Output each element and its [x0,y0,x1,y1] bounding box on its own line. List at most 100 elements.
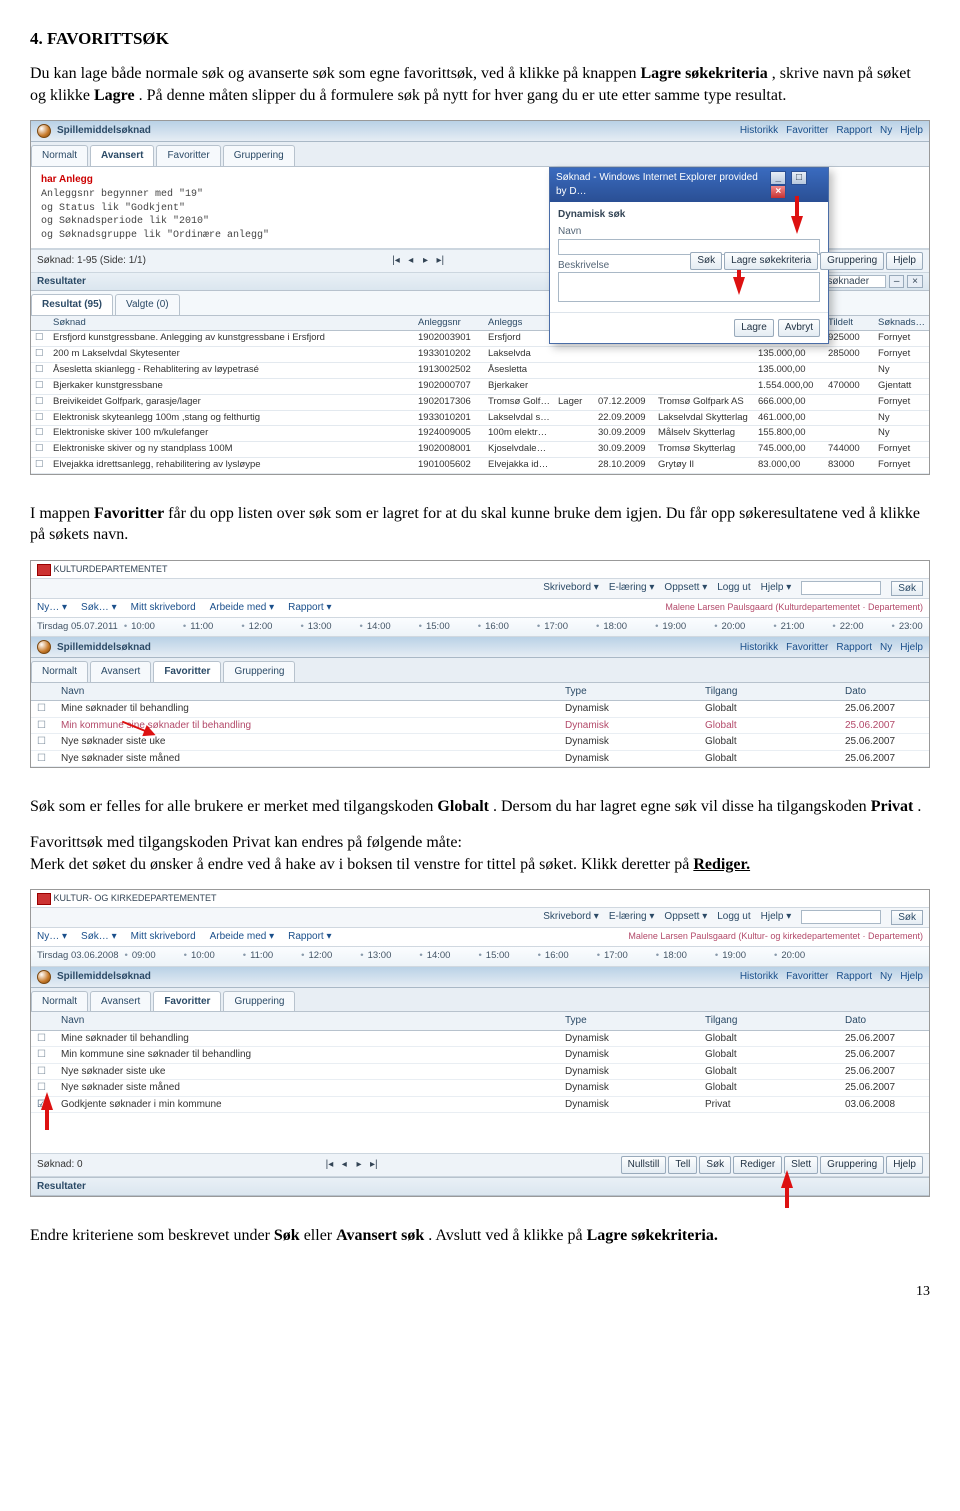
col-header[interactable]: Type [559,683,699,701]
favorite-row[interactable]: Godkjente søknader i min kommuneDynamisk… [31,1096,929,1113]
top-link-historikk[interactable]: Historikk [740,641,778,655]
col-header[interactable]: Dato [839,1012,929,1030]
pager-nav[interactable]: |◂ ◂ ▸ ▸| [390,254,446,268]
favorite-row[interactable]: Mine søknader til behandlingDynamiskGlob… [31,701,929,718]
fav-name[interactable]: Godkjente søknader i min kommune [55,1096,559,1113]
minimize-icon[interactable]: _ [770,171,786,185]
row-checkbox[interactable] [31,442,49,458]
favorite-row[interactable]: Mine søknader til behandlingDynamiskGlob… [31,1030,929,1047]
pager-nav[interactable]: |◂ ◂ ▸ ▸| [323,1158,379,1172]
fav-name[interactable]: Nye søknader siste uke [55,734,559,751]
col-header[interactable]: Type [559,1012,699,1030]
row-checkbox[interactable] [31,701,55,718]
last-page-icon[interactable]: ▸| [434,254,446,268]
reset-button[interactable]: Nullstill [621,1156,667,1174]
col-header[interactable]: Anleggs [484,316,554,331]
row-checkbox[interactable] [31,750,55,767]
top-link-ny[interactable]: Ny [880,124,892,138]
menu-hjelp[interactable]: Hjelp ▾ [761,910,792,926]
col-header[interactable] [31,1012,55,1030]
top-link-favoritter[interactable]: Favoritter [786,124,828,138]
top-link-favoritter[interactable]: Favoritter [786,970,828,984]
favorite-row[interactable]: Min kommune sine søknader til behandling… [31,1047,929,1064]
prev-page-icon[interactable]: ◂ [338,1158,350,1172]
next-page-icon[interactable]: ▸ [420,254,432,268]
menu-arbeide[interactable]: Arbeide med ▾ [210,930,275,944]
col-header[interactable]: Tilgang [699,683,839,701]
col-header[interactable]: Tildelt [824,316,874,331]
top-link-favoritter[interactable]: Favoritter [786,641,828,655]
menu-ny[interactable]: Ny… ▾ [37,930,67,944]
dialog-save-button[interactable]: Lagre [734,319,774,337]
fav-name[interactable]: Nye søknader siste måned [55,1080,559,1097]
tab-avansert[interactable]: Avansert [90,991,151,1012]
table-row[interactable]: Åsesletta skianlegg - Rehablitering av l… [31,363,929,379]
top-link-ny[interactable]: Ny [880,641,892,655]
grouping-button[interactable]: Gruppering [820,1156,884,1174]
grouping-button[interactable]: Gruppering [820,252,884,270]
col-header[interactable]: Navn [55,1012,559,1030]
table-row[interactable]: Elvejakka idrettsanlegg, rehabilitering … [31,457,929,473]
next-page-icon[interactable]: ▸ [353,1158,365,1172]
minimize-icon[interactable]: – [889,275,905,288]
tab-avansert[interactable]: Avansert [90,145,154,166]
col-header[interactable] [31,683,55,701]
tab-normalt[interactable]: Normalt [31,991,88,1012]
row-checkbox[interactable] [31,1030,55,1047]
top-link-historikk[interactable]: Historikk [740,124,778,138]
menu-skrivebord[interactable]: Skrivebord ▾ [543,581,599,597]
top-link-rapport[interactable]: Rapport [836,124,872,138]
search-button[interactable]: Søk [699,1156,731,1174]
top-link-hjelp[interactable]: Hjelp [900,124,923,138]
table-row[interactable]: Elektroniske skiver 100 m/kulefanger1924… [31,426,929,442]
menu-oppsett[interactable]: Oppsett ▾ [664,581,707,597]
col-header[interactable]: Søknad [49,316,414,331]
tab-normalt[interactable]: Normalt [31,145,88,166]
help-button[interactable]: Hjelp [886,252,923,270]
menu-sok[interactable]: Søk… ▾ [81,601,117,615]
menu-elaering[interactable]: E-læring ▾ [609,910,655,926]
count-button[interactable]: Tell [668,1156,697,1174]
row-checkbox[interactable] [31,457,49,473]
table-row[interactable]: Breivikeidet Golfpark, garasje/lager1902… [31,394,929,410]
search-input[interactable] [801,581,881,595]
table-row[interactable]: Bjerkaker kunstgressbane1902000707Bjerka… [31,378,929,394]
col-header[interactable]: Tilgang [699,1012,839,1030]
menu-loggut[interactable]: Logg ut [717,910,750,926]
table-row[interactable]: Elektroniske skiver og ny standplass 100… [31,442,929,458]
menu-oppsett[interactable]: Oppsett ▾ [664,910,707,926]
col-header[interactable] [31,316,49,331]
fav-name[interactable]: Nye søknader siste måned [55,750,559,767]
menu-rapport[interactable]: Rapport ▾ [288,601,331,615]
col-header[interactable]: Dato [839,683,929,701]
favorite-row[interactable]: Nye søknader siste ukeDynamiskGlobalt25.… [31,1063,929,1080]
tab-avansert[interactable]: Avansert [90,661,151,682]
edit-button[interactable]: Rediger [733,1156,782,1174]
help-button[interactable]: Hjelp [886,1156,923,1174]
row-checkbox[interactable] [31,347,49,363]
row-checkbox[interactable] [31,717,55,734]
row-checkbox[interactable] [31,394,49,410]
search-button[interactable]: Søk [690,252,722,270]
row-checkbox[interactable] [31,363,49,379]
menu-arbeide[interactable]: Arbeide med ▾ [210,601,275,615]
row-checkbox[interactable] [31,378,49,394]
row-checkbox[interactable] [31,410,49,426]
favorite-row[interactable]: Nye søknader siste månedDynamiskGlobalt2… [31,750,929,767]
search-button[interactable]: Søk [891,581,923,597]
prev-page-icon[interactable]: ◂ [405,254,417,268]
top-link-rapport[interactable]: Rapport [836,641,872,655]
fav-name[interactable]: Mine søknader til behandling [55,701,559,718]
row-checkbox[interactable] [31,1047,55,1064]
save-criteria-button[interactable]: Lagre søkekriteria [724,252,818,270]
tab-valgte[interactable]: Valgte (0) [115,294,180,315]
top-link-rapport[interactable]: Rapport [836,970,872,984]
top-link-hjelp[interactable]: Hjelp [900,641,923,655]
close-icon[interactable]: × [907,275,923,288]
menu-elaering[interactable]: E-læring ▾ [609,581,655,597]
input-beskrivelse[interactable] [558,272,820,302]
menu-skrivebord[interactable]: Mitt skrivebord [131,930,196,944]
table-row[interactable]: 200 m Lakselvdal Skytesenter1933010202La… [31,347,929,363]
search-input[interactable] [801,910,881,924]
search-button[interactable]: Søk [891,910,923,926]
